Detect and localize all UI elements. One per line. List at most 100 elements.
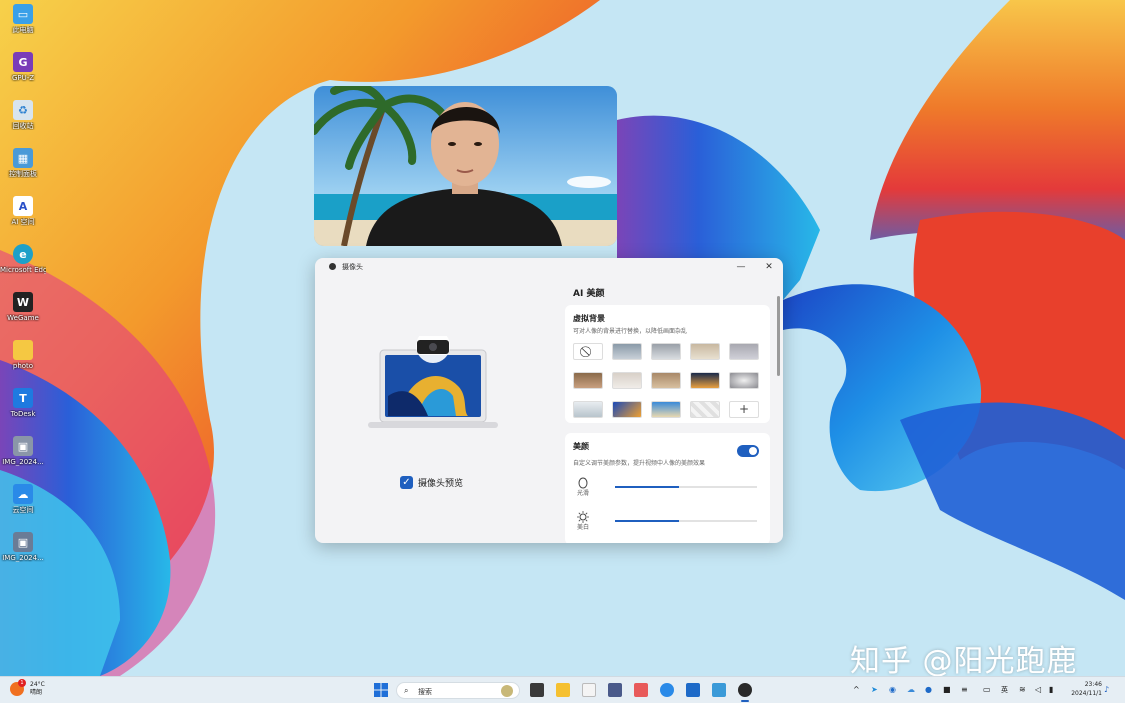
image-file-icon: ▣ (13, 436, 33, 456)
background-thumb[interactable] (651, 401, 681, 418)
desktop-icon-todesk[interactable]: T ToDesk (0, 388, 46, 432)
background-thumb[interactable] (729, 372, 759, 389)
desktop-icon-cloud-space[interactable]: ☁ 云空间 (0, 484, 46, 528)
wifi-icon[interactable]: ≋ (1019, 685, 1026, 694)
desktop-icon-label: WeGame (7, 314, 39, 322)
monitor-icon: ▭ (13, 4, 33, 24)
file-explorer-icon[interactable] (556, 683, 570, 697)
desktop-icon-label: IMG_2024... (2, 554, 44, 562)
task-view-icon[interactable] (530, 683, 544, 697)
image-file-icon: ▣ (13, 532, 33, 552)
desktop-icon-ai-space[interactable]: A AI 空间 (0, 196, 46, 240)
notepad-icon[interactable] (582, 683, 596, 697)
desktop-icon-control-panel[interactable]: ▦ 控制面板 (0, 148, 46, 192)
telegram-icon[interactable]: ➤ (871, 685, 878, 694)
display-icon[interactable]: ▭ (983, 685, 991, 694)
desktop-icon-gpuz[interactable]: G GPU-Z (0, 52, 46, 96)
add-background-button[interactable]: + (729, 401, 759, 418)
zhihu-watermark: 知乎 @阳光跑鹿 (850, 644, 1078, 679)
camera-taskbar-icon[interactable] (738, 683, 752, 697)
red-app-icon[interactable] (634, 683, 648, 697)
weather-widget[interactable]: 1 24°C 晴朗 (10, 679, 45, 697)
folder-icon (13, 340, 33, 360)
beauty-toggle[interactable] (737, 445, 759, 457)
background-thumb[interactable] (690, 372, 720, 389)
taskbar-clock[interactable]: 23:46 2024/11/1 (1066, 680, 1102, 698)
wegame-icon: W (13, 292, 33, 312)
weather-desc: 晴朗 (30, 689, 43, 696)
background-thumb[interactable] (612, 372, 642, 389)
camera-feed-image (314, 86, 617, 246)
camera-preview-toggle[interactable]: ✓ 摄像头预览 (400, 476, 463, 489)
brightness-slider[interactable] (615, 520, 757, 522)
background-thumb[interactable] (612, 343, 642, 360)
toggle-knob (749, 447, 757, 455)
desktop-icon-edge[interactable]: e Microsoft Edge (0, 244, 46, 288)
photos-icon[interactable] (712, 683, 726, 697)
desktop-icon-this-pc[interactable]: ▭ 此电脑 (0, 4, 46, 48)
desktop-icon-image-1[interactable]: ▣ IMG_2024... (0, 436, 46, 480)
notification-bell-icon[interactable]: ♪ (1104, 685, 1109, 694)
close-button[interactable]: ✕ (761, 260, 777, 274)
gpuz-icon: G (13, 52, 33, 72)
tray-app-icon[interactable]: ■ (943, 685, 951, 694)
ai-space-icon: A (13, 196, 33, 216)
right-pane-scrollbar[interactable] (777, 296, 780, 376)
camera-app-icon (329, 263, 336, 270)
laptop-camera-illustration (368, 336, 498, 428)
weather-sun-icon: 1 (10, 679, 26, 696)
monitor-app-icon[interactable] (608, 683, 622, 697)
background-thumb[interactable] (651, 343, 681, 360)
smooth-slider-row: 光滑 (573, 475, 763, 499)
tray-app-icon[interactable]: ≡ (961, 685, 968, 694)
brightness-slider-row: 美白 (573, 509, 763, 533)
taskbar-search[interactable]: ⌕ 搜索 (396, 682, 520, 699)
desktop-icon-label: AI 空间 (11, 218, 35, 226)
background-thumb[interactable] (573, 401, 603, 418)
background-thumb[interactable] (651, 372, 681, 389)
desktop-icon-photo-folder[interactable]: photo (0, 340, 46, 384)
desktop-icon-recycle-bin[interactable]: ♻ 回收站 (0, 100, 46, 144)
control-panel-icon: ▦ (13, 148, 33, 168)
input-language[interactable]: 英 (1001, 685, 1008, 695)
taskbar: 1 24°C 晴朗 ⌕ 搜索 ^ ➤ ◉ ☁ ● ■ ≡ ▭ 英 ≋ ◁ ▮ 2… (0, 676, 1125, 703)
background-thumb[interactable] (612, 401, 642, 418)
check-icon[interactable]: ✓ (400, 476, 413, 489)
onedrive-icon[interactable]: ☁ (907, 685, 915, 694)
desktop-icon-wegame[interactable]: W WeGame (0, 292, 46, 336)
search-placeholder: 搜索 (418, 688, 432, 696)
cloud-app-icon[interactable] (660, 683, 674, 697)
minimize-button[interactable]: — (733, 260, 749, 274)
tray-app-icon[interactable]: ● (925, 685, 932, 694)
tray-app-icon[interactable]: ◉ (889, 685, 896, 694)
windows-start-icon[interactable] (374, 683, 388, 697)
smooth-slider[interactable] (615, 486, 757, 488)
desktop-icon-label: photo (12, 362, 34, 370)
clock-date: 2024/11/1 (1071, 690, 1102, 697)
desktop-icon-label: GPU-Z (11, 74, 35, 82)
no-background-option[interactable]: ⃠ (573, 343, 603, 360)
smooth-slider-fill (615, 486, 679, 488)
desktop-icon-label: IMG_2024... (2, 458, 44, 466)
beauty-title: 美颜 (573, 442, 589, 451)
desktop-icon-label: 控制面板 (9, 170, 37, 178)
dialog-titlebar[interactable]: 摄像头 — ✕ (315, 258, 783, 276)
weather-temp: 24°C (30, 681, 45, 688)
camera-settings-dialog: 摄像头 — ✕ ✓ 摄像头预览 AI 美颜 虚拟背景 可对人像的背景进行替换，以… (315, 258, 783, 543)
tray-overflow-icon[interactable]: ^ (853, 685, 860, 694)
cloud-space-icon: ☁ (13, 484, 33, 504)
brightness-label: 美白 (577, 524, 590, 531)
volume-icon[interactable]: ◁ (1035, 685, 1041, 694)
background-thumb[interactable] (729, 343, 759, 360)
active-app-indicator (741, 700, 749, 702)
ai-beauty-pane: AI 美颜 虚拟背景 可对人像的背景进行替换，以降低画面杂乱 ⃠ + (563, 276, 783, 543)
battery-icon[interactable]: ▮ (1049, 685, 1053, 694)
outlook-icon[interactable] (686, 683, 700, 697)
desktop-icon-image-2[interactable]: ▣ IMG_2024... (0, 532, 46, 576)
background-thumb[interactable] (690, 343, 720, 360)
search-highlight-icon (501, 685, 513, 697)
camera-preview-window[interactable] (314, 86, 617, 246)
background-thumb[interactable] (573, 372, 603, 389)
desktop-icon-label: 云空间 (12, 506, 34, 514)
transparent-background-thumb[interactable] (690, 401, 720, 418)
